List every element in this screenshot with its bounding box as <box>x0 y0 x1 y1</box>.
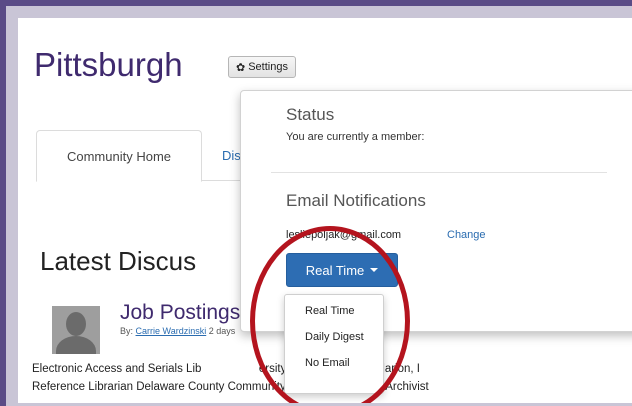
status-heading: Status <box>286 105 335 124</box>
highlight-circle-annotation <box>250 226 410 403</box>
post-title-link[interactable]: Job Postings 1 <box>120 301 258 325</box>
avatar-head <box>66 312 86 336</box>
avatar <box>52 306 100 354</box>
tab-community-home[interactable]: Community Home <box>36 130 202 182</box>
divider <box>271 172 607 173</box>
avatar-body <box>56 336 96 354</box>
status-text: You are currently a member: <box>286 131 425 143</box>
latest-discussions-heading: Latest Discus <box>40 246 197 276</box>
email-notifications-heading: Email Notifications <box>286 191 426 210</box>
settings-button[interactable]: ✿ Settings <box>228 56 296 78</box>
page-title: Pittsburgh <box>34 46 183 83</box>
author-link[interactable]: Carrie Wardzinski <box>136 326 207 336</box>
post-time: 2 days <box>208 326 236 336</box>
change-email-link[interactable]: Change <box>447 229 486 241</box>
settings-label: Settings <box>248 61 288 73</box>
post-byline: By: Carrie Wardzinski 2 days <box>120 326 235 336</box>
page: Pittsburgh ✿ Settings Community Home Dis… <box>18 18 632 403</box>
tab-discussions[interactable]: Dis <box>222 130 241 180</box>
gear-icon: ✿ <box>236 61 246 74</box>
byline-prefix: By: <box>120 326 134 336</box>
